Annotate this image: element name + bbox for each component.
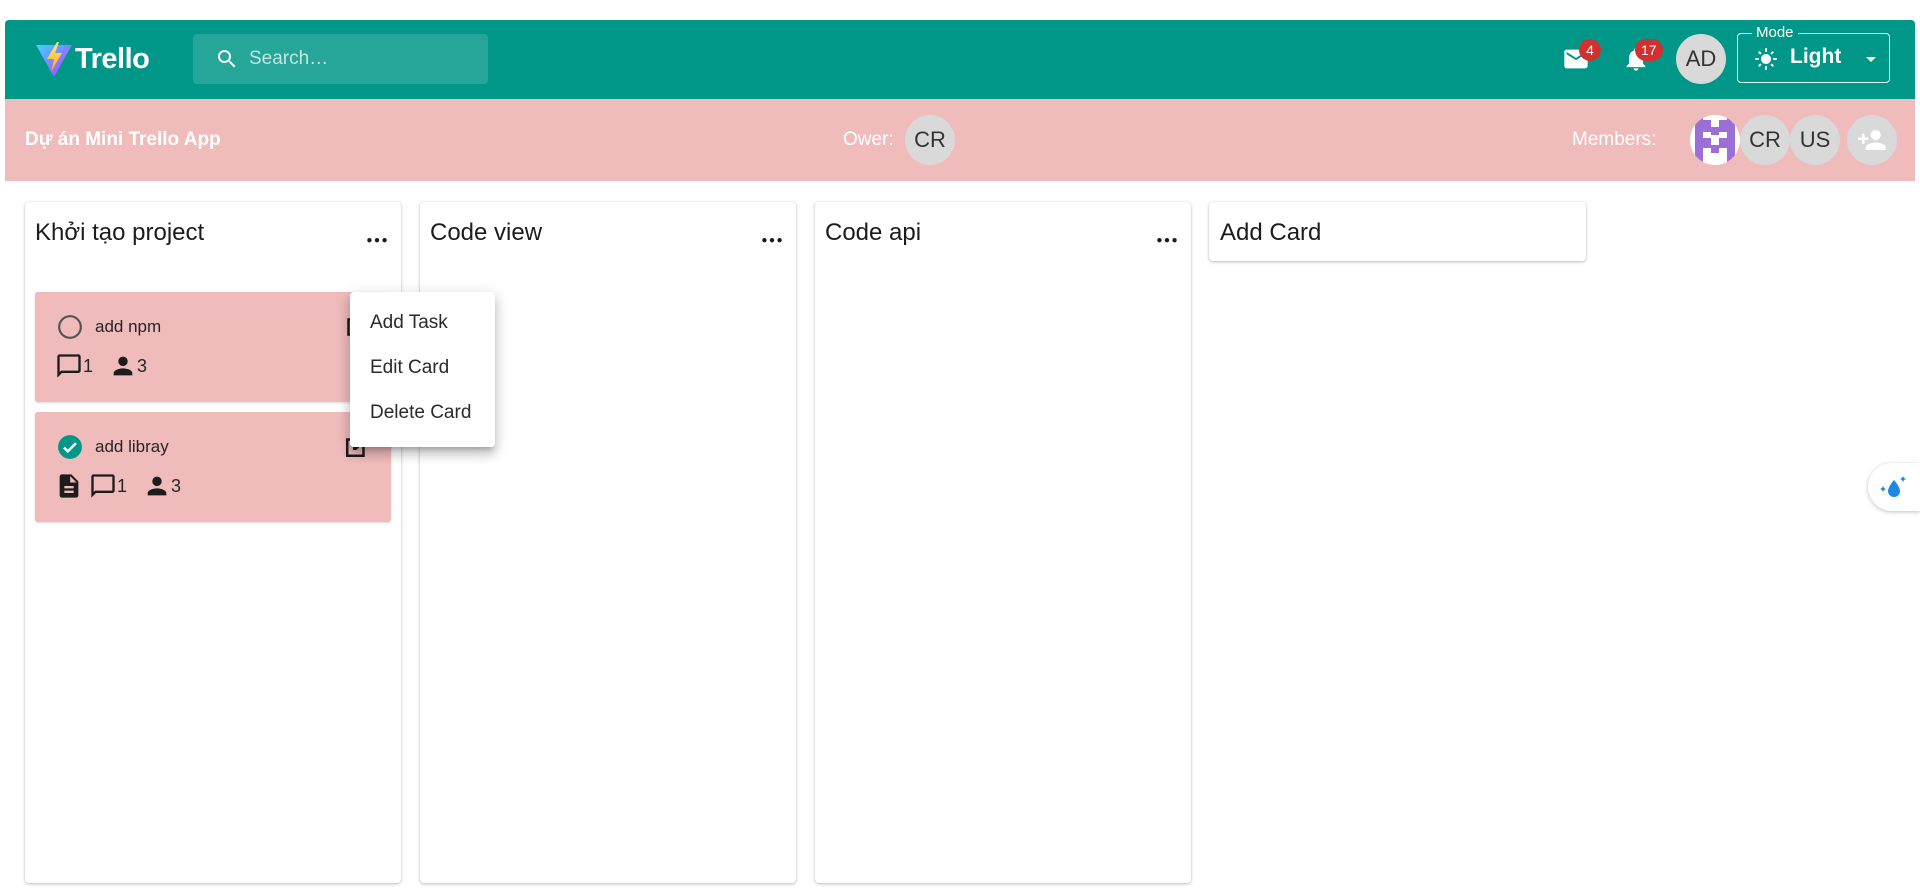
board-title: Dự án Mini Trello App xyxy=(25,129,221,150)
app-root: Trello 4 17 AD Mode Light Dự án Mini Tre… xyxy=(5,20,1920,894)
check-circle-icon[interactable] xyxy=(57,434,83,460)
caret-down-icon xyxy=(1866,57,1876,62)
task-card[interactable]: add npm 1 3 xyxy=(35,292,391,402)
member-avatar[interactable]: US xyxy=(1790,115,1840,165)
circle-outline-icon[interactable] xyxy=(57,314,83,340)
water-drop-sparkle-icon xyxy=(1880,476,1906,497)
notification-badge: 17 xyxy=(1635,39,1663,61)
floating-extension-button[interactable] xyxy=(1868,463,1920,511)
menu-item-delete-card[interactable]: Delete Card xyxy=(350,390,495,435)
mail-badge: 4 xyxy=(1579,39,1601,61)
identicon-avatar-icon xyxy=(1690,115,1740,165)
column-menu-button[interactable] xyxy=(756,222,788,254)
sun-icon xyxy=(1755,48,1777,70)
task-meta: 1 3 xyxy=(55,472,191,500)
top-app-bar: Trello 4 17 AD Mode Light xyxy=(5,20,1915,99)
vite-logo-icon xyxy=(36,42,72,77)
task-name: add npm xyxy=(95,317,162,336)
logo[interactable]: Trello xyxy=(34,39,150,79)
owner-avatar[interactable]: CR xyxy=(905,115,955,165)
mode-select[interactable]: Mode Light xyxy=(1737,24,1890,83)
mode-value: Light xyxy=(1790,45,1842,68)
board-header: Dự án Mini Trello App Ower: CR Members: … xyxy=(5,99,1915,181)
description-icon xyxy=(59,474,79,498)
person-icon xyxy=(147,476,167,496)
person-icon xyxy=(113,356,133,376)
add-member-button[interactable] xyxy=(1847,115,1897,165)
member-avatar-image[interactable] xyxy=(1690,115,1740,165)
menu-item-edit-card[interactable]: Edit Card xyxy=(350,345,495,390)
task-card[interactable]: add libray 1 3 xyxy=(35,412,391,522)
task-name: add libray xyxy=(95,437,169,456)
user-avatar[interactable]: AD xyxy=(1676,34,1726,84)
member-count: 3 xyxy=(171,475,182,496)
task-meta: 1 3 xyxy=(55,352,157,380)
column-title[interactable]: Code api xyxy=(825,219,921,247)
more-horiz-icon xyxy=(762,238,782,243)
comment-icon xyxy=(57,354,81,378)
more-horiz-icon xyxy=(367,238,387,243)
more-horiz-icon xyxy=(1157,238,1177,243)
search-box xyxy=(193,34,488,84)
list-column: Code api xyxy=(815,202,1191,883)
member-count: 3 xyxy=(137,355,148,376)
mode-legend: Mode xyxy=(1752,24,1798,41)
notifications-button[interactable]: 17 xyxy=(1612,35,1663,83)
column-menu-button[interactable] xyxy=(361,222,393,254)
member-avatar[interactable]: CR xyxy=(1740,115,1790,165)
column-title[interactable]: Code view xyxy=(430,219,542,247)
members-label: Members: xyxy=(1572,129,1657,150)
card-menu: Add Task Edit Card Delete Card xyxy=(350,292,495,447)
mail-button[interactable]: 4 xyxy=(1552,35,1601,83)
column-menu-button[interactable] xyxy=(1151,222,1183,254)
owner-label: Ower: xyxy=(843,129,894,150)
column-title[interactable]: Khởi tạo project xyxy=(35,219,204,247)
list-column: Khởi tạo project add npm 1 3 add libray … xyxy=(25,202,401,883)
search-input[interactable] xyxy=(249,34,479,84)
logo-text: Trello xyxy=(75,42,150,75)
add-card-button[interactable]: Add Card xyxy=(1209,202,1586,261)
add-card-label: Add Card xyxy=(1220,219,1322,246)
search-icon xyxy=(218,50,236,68)
comment-icon xyxy=(91,474,115,498)
menu-item-add-task[interactable]: Add Task xyxy=(350,300,495,345)
person-add-icon xyxy=(1858,130,1886,150)
comment-count: 1 xyxy=(117,475,128,496)
comment-count: 1 xyxy=(83,355,94,376)
